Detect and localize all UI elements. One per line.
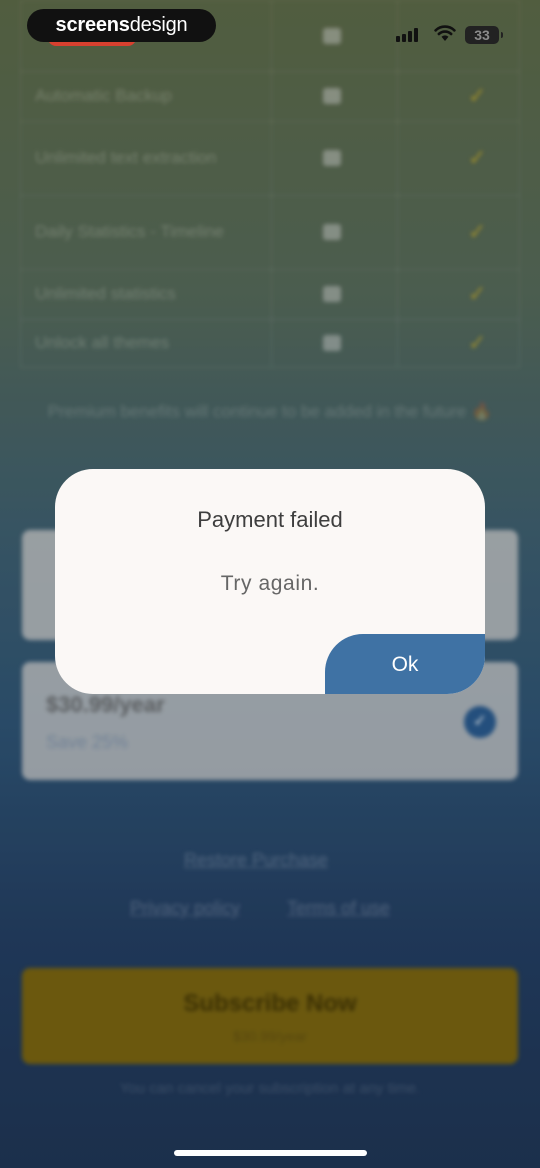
status-bar: screensdesign 33 <box>0 0 540 48</box>
battery-icon: 33 <box>465 26 503 44</box>
screensdesign-watermark: screensdesign <box>27 9 216 42</box>
watermark-suffix: design <box>129 14 188 36</box>
dialog-message: Try again. <box>220 572 320 595</box>
watermark-prefix: screens <box>55 14 130 36</box>
payment-failed-dialog: Payment failed Try again. Ok <box>55 469 485 694</box>
dialog-title: Payment failed <box>197 507 343 532</box>
wifi-icon <box>434 25 456 41</box>
ok-button[interactable]: Ok <box>325 634 485 694</box>
home-indicator[interactable] <box>174 1150 367 1156</box>
